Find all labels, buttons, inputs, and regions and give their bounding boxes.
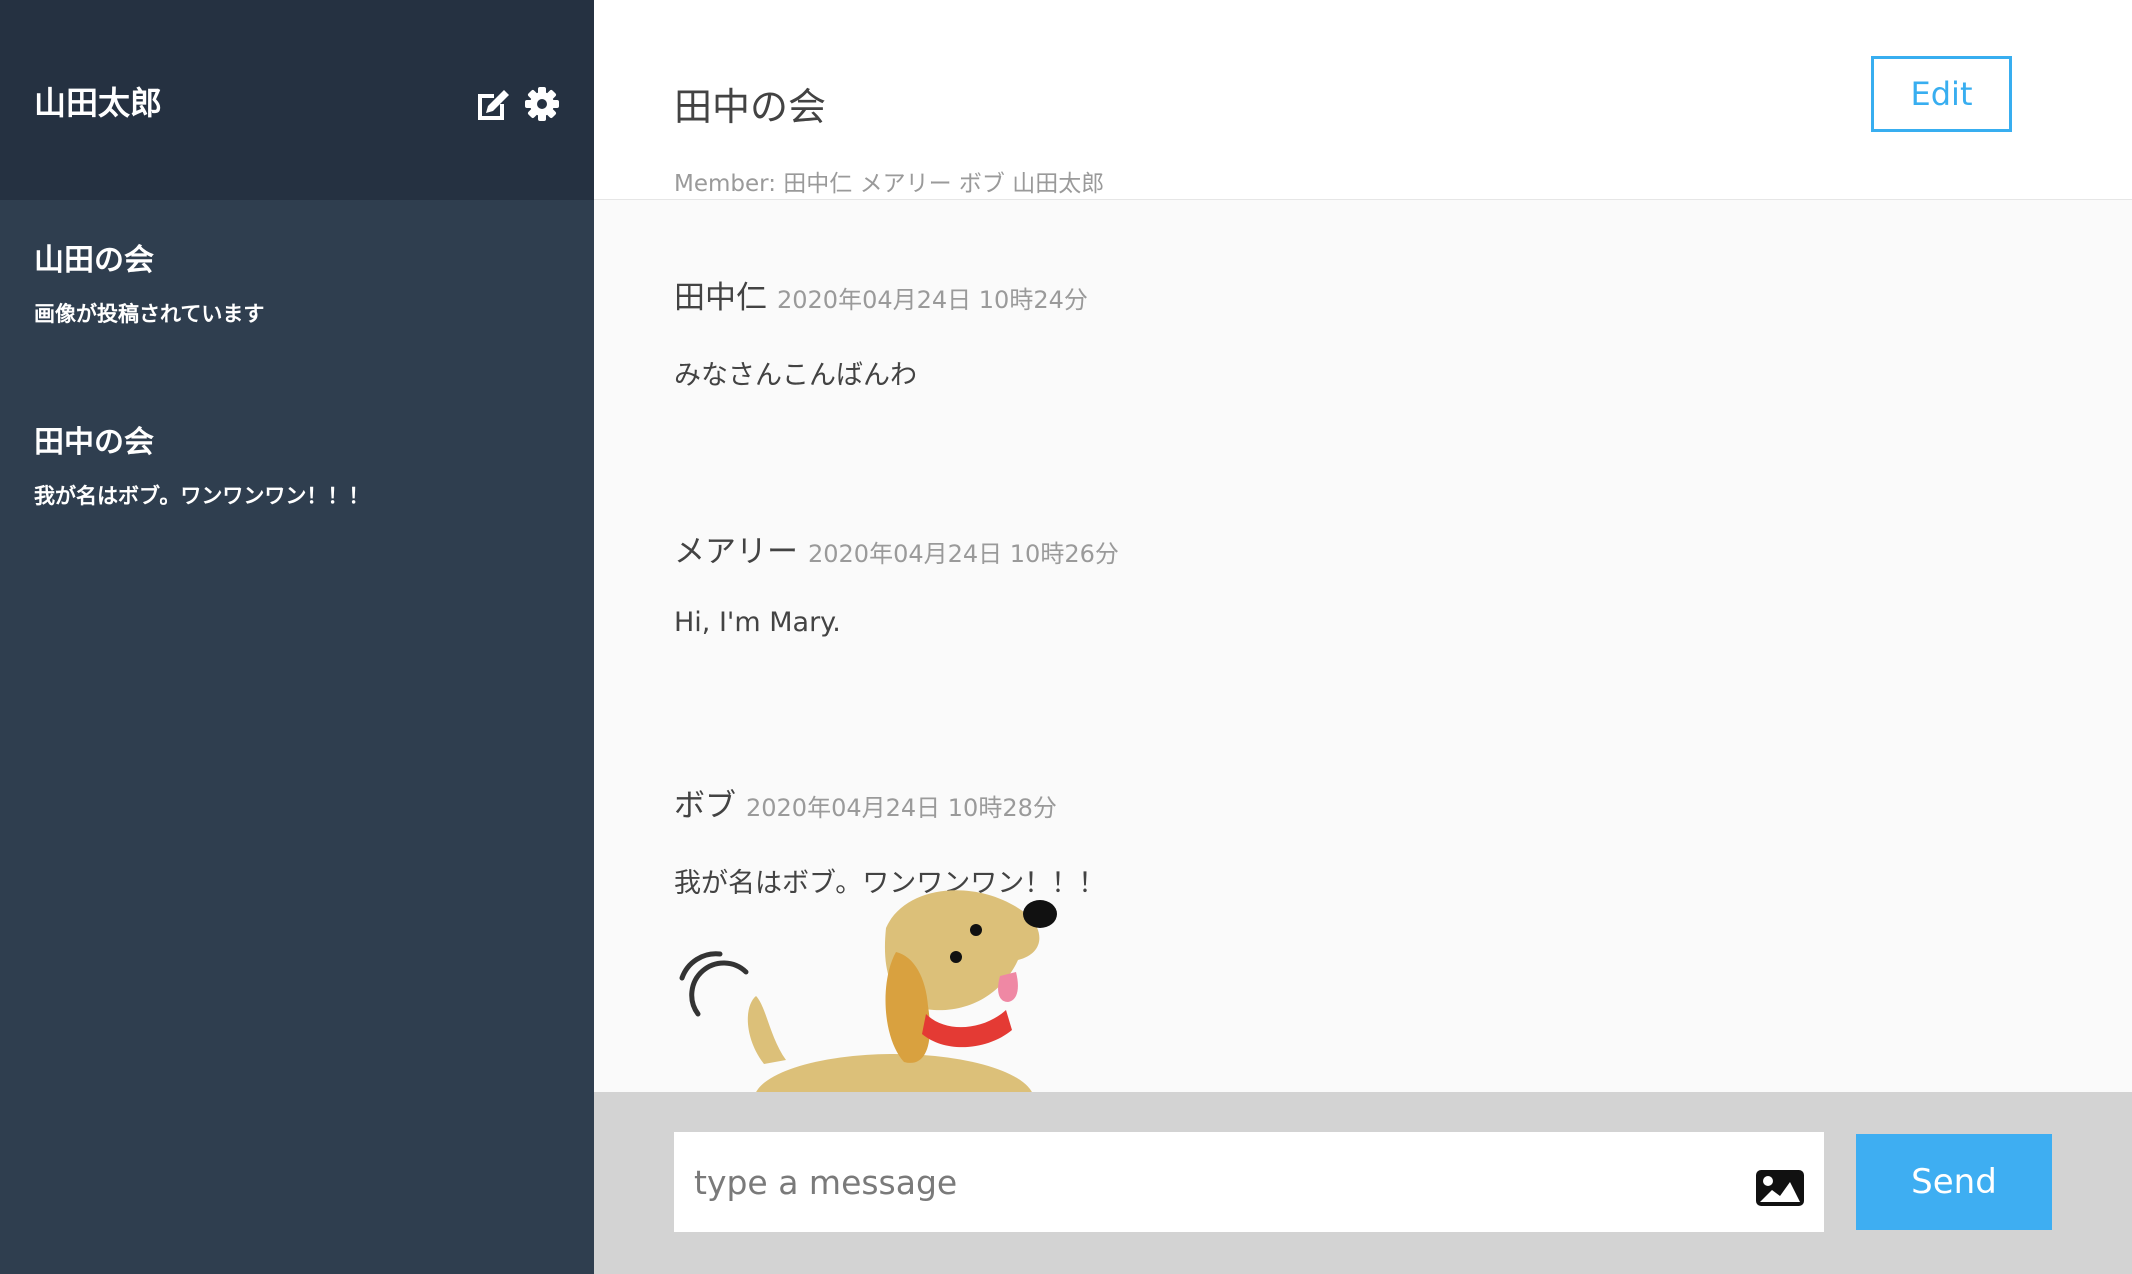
message-composer: Send [594,1092,2132,1274]
sidebar: 山田太郎 山田の会 画像が投稿されています 田中の会 我が名はボブ。ワンワンワン… [0,0,594,1274]
chat-main: 田中の会 Edit Member: 田中仁 メアリー ボブ 山田太郎 田中仁 2… [594,0,2132,1274]
send-button[interactable]: Send [1856,1134,2052,1230]
message-time: 2020年04月24日 10時26分 [808,540,1119,568]
message-user: ボブ [674,788,736,824]
member-list: Member: 田中仁 メアリー ボブ 山田太郎 [674,171,1105,197]
dog-illustration [679,890,1057,1092]
message-time: 2020年04月24日 10時24分 [777,286,1088,314]
group-last-message: 我が名はボブ。ワンワンワン！！！ [34,484,370,508]
message-input[interactable] [674,1132,1824,1232]
message-user: 田中仁 [674,280,767,316]
sidebar-header-icons [472,84,562,124]
message-item: 田中仁 2020年04月24日 10時24分 みなさんこんばんわ [674,272,1974,392]
message-user: メアリー [674,534,798,570]
message-header: 田中仁 2020年04月24日 10時24分 [674,272,1974,317]
group-name: 田中の会 [34,425,154,460]
message-item: ボブ 2020年04月24日 10時28分 我が名はボブ。ワンワンワン！！！ [674,780,1974,1092]
group-name: 山田の会 [34,243,154,278]
message-header: ボブ 2020年04月24日 10時28分 [674,780,1974,825]
sidebar-group-tanaka[interactable]: 田中の会 我が名はボブ。ワンワンワン！！！ [34,422,554,510]
message-image[interactable] [674,888,1114,1092]
chat-app: 山田太郎 山田の会 画像が投稿されています 田中の会 我が名はボブ。ワンワンワン… [0,0,2132,1274]
message-item: メアリー 2020年04月24日 10時26分 Hi, I'm Mary. [674,526,1974,638]
message-header: メアリー 2020年04月24日 10時26分 [674,526,1974,571]
message-text: みなさんこんばんわ [674,360,917,391]
room-title: 田中の会 [674,85,827,129]
message-text: Hi, I'm Mary. [674,607,841,638]
image-icon[interactable] [1754,1168,1806,1208]
sidebar-group-yamada[interactable]: 山田の会 画像が投稿されています [34,240,554,328]
current-user-name: 山田太郎 [34,84,163,122]
group-last-message: 画像が投稿されています [34,302,265,326]
edit-icon[interactable] [472,84,512,124]
message-list[interactable]: 田中仁 2020年04月24日 10時24分 みなさんこんばんわ メアリー 20… [594,200,2132,1092]
sidebar-header: 山田太郎 [0,0,594,200]
edit-button[interactable]: Edit [1871,56,2012,132]
room-header: 田中の会 Edit Member: 田中仁 メアリー ボブ 山田太郎 [594,0,2132,200]
message-time: 2020年04月24日 10時28分 [746,794,1057,822]
gear-icon[interactable] [522,84,562,124]
